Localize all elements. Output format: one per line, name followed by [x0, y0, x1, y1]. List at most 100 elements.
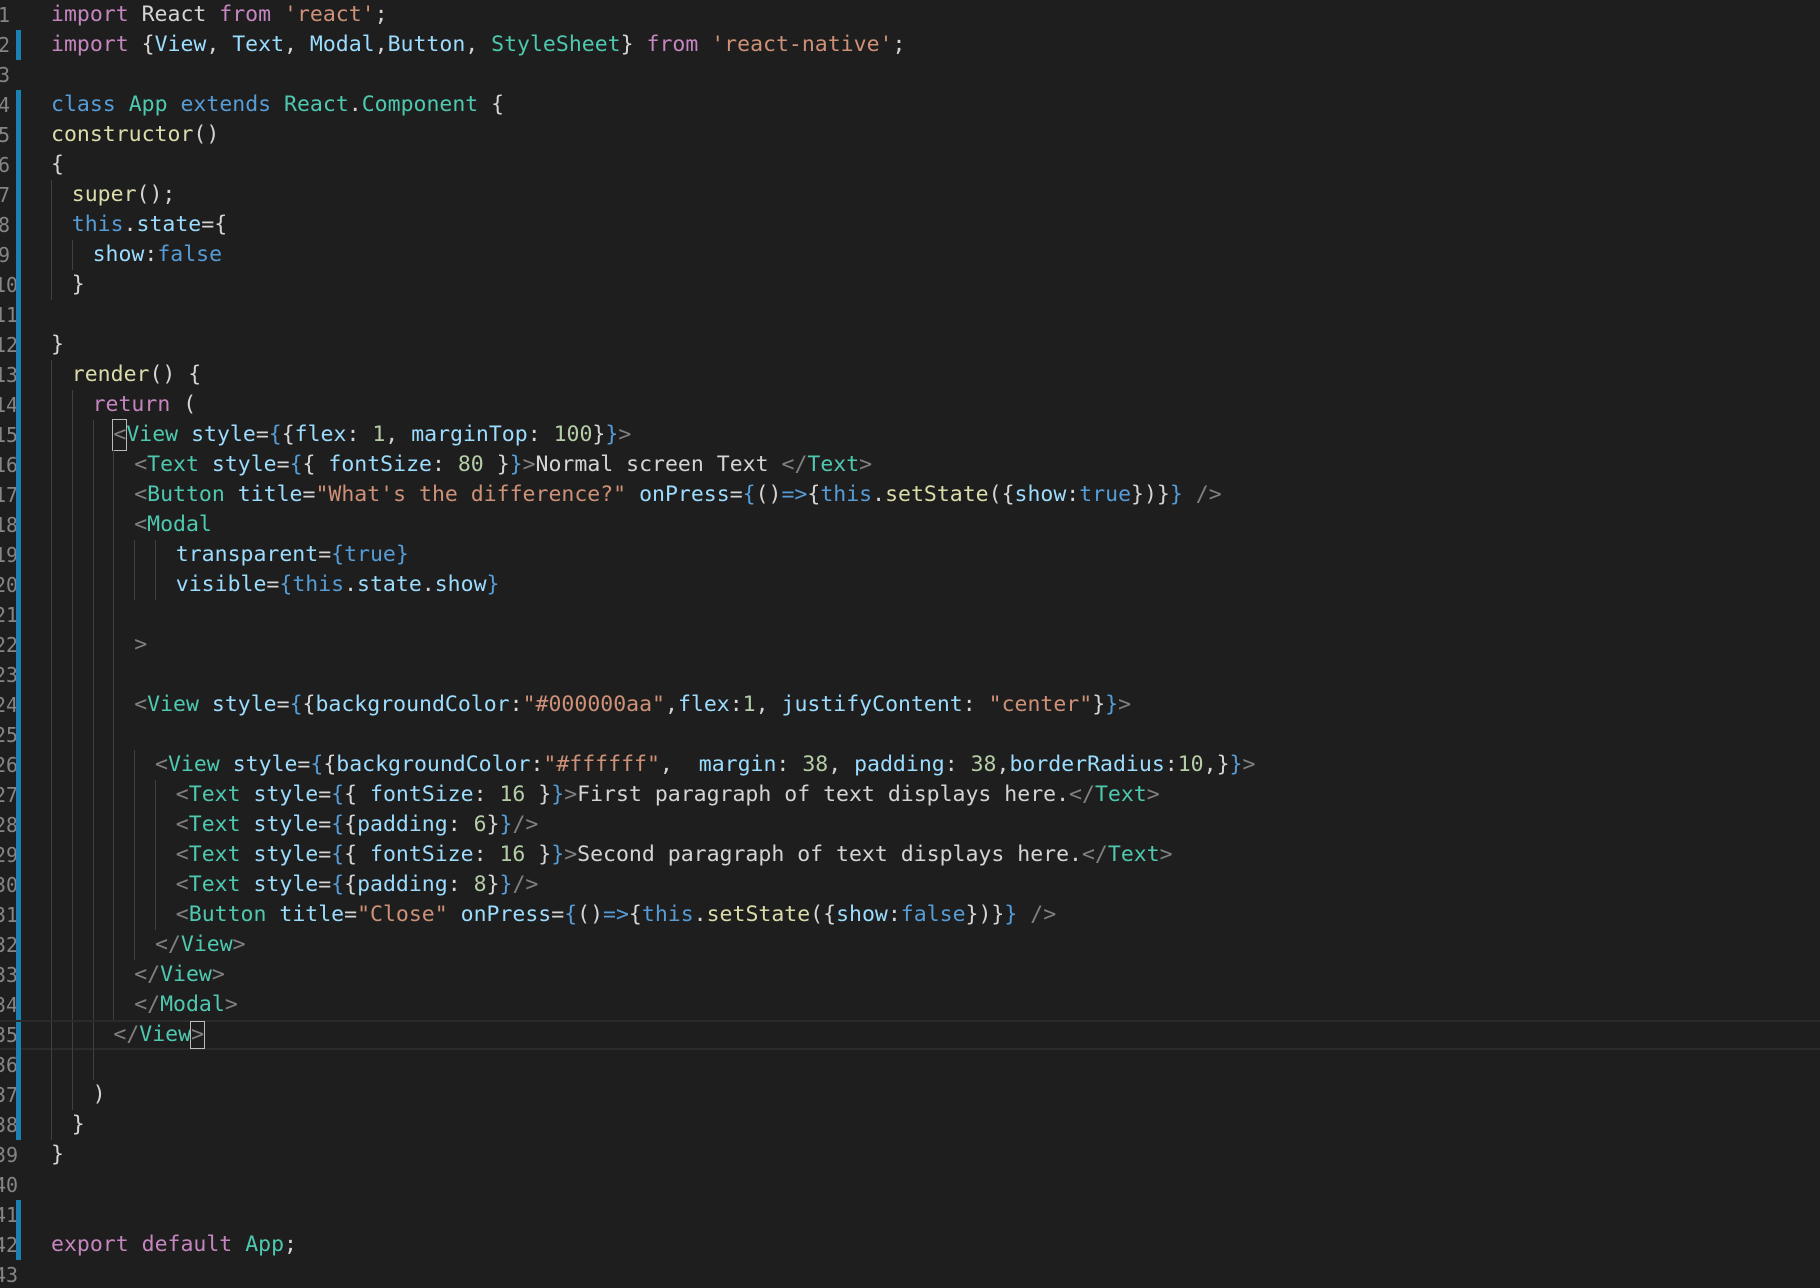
code-line[interactable]: 26 <View style={{backgroundColor:"#ffffff… — [0, 750, 1820, 780]
git-modified-indicator[interactable] — [16, 840, 21, 870]
code-line[interactable]: 11 — [0, 300, 1820, 330]
indent-guide — [113, 600, 115, 630]
code-line[interactable]: 25 — [0, 720, 1820, 750]
code-line[interactable]: 3 — [0, 60, 1820, 90]
git-modified-indicator[interactable] — [16, 930, 21, 960]
code-token: { — [323, 752, 337, 777]
line-number: 9 — [0, 243, 10, 267]
code-line[interactable]: 34 </Modal> — [0, 990, 1820, 1020]
git-modified-indicator[interactable] — [16, 450, 21, 480]
indent-guide — [71, 1080, 73, 1110]
code-line[interactable]: 8 this.state={ — [0, 210, 1820, 240]
code-line[interactable]: 10} — [0, 270, 1820, 300]
git-modified-indicator[interactable] — [16, 360, 21, 390]
git-modified-indicator[interactable] — [16, 960, 21, 990]
indent-guide — [51, 870, 52, 900]
git-modified-indicator[interactable] — [16, 420, 21, 450]
git-modified-indicator[interactable] — [16, 330, 21, 360]
git-modified-indicator[interactable] — [16, 1110, 21, 1140]
code-token: { — [51, 152, 64, 177]
code-line[interactable]: 37) — [0, 1080, 1820, 1110]
code-token: , — [385, 422, 412, 447]
code-line[interactable]: 31 <Button title="Close" onPress={()=>{th… — [0, 900, 1820, 930]
git-modified-indicator[interactable] — [16, 810, 21, 840]
code-line[interactable]: 33 </View> — [0, 960, 1820, 990]
git-modified-indicator[interactable] — [16, 540, 21, 570]
code-line[interactable]: 27 <Text style={{ fontSize: 16 }}>First p… — [0, 780, 1820, 810]
code-line[interactable]: 23 — [0, 660, 1820, 690]
git-modified-indicator[interactable] — [16, 240, 21, 270]
code-line[interactable]: 32 </View> — [0, 930, 1820, 960]
code-line[interactable]: 30 <Text style={{padding: 8}}/> — [0, 870, 1820, 900]
code-token: } — [1004, 902, 1018, 927]
git-modified-indicator[interactable] — [16, 630, 21, 660]
code-editor[interactable]: 1 import React from 'react'; 2 import {View… — [0, 0, 1820, 1288]
git-modified-indicator[interactable] — [16, 90, 21, 120]
git-modified-indicator[interactable] — [16, 150, 21, 180]
git-modified-indicator[interactable] — [16, 480, 21, 510]
git-modified-indicator[interactable] — [16, 510, 21, 540]
code-line[interactable]: 39} — [0, 1140, 1820, 1170]
code-line[interactable]: 35 </View> — [0, 1020, 1820, 1052]
code-line[interactable]: 1 import React from 'react'; — [0, 0, 1820, 30]
code-token: : — [473, 782, 500, 807]
code-line[interactable]: 38} — [0, 1110, 1820, 1140]
code-line[interactable]: 6{ — [0, 150, 1820, 180]
code-text: import React from 'react'; — [51, 0, 388, 30]
code-line[interactable]: 2 import {View, Text, Modal,Button, Style… — [0, 30, 1820, 60]
git-modified-indicator[interactable] — [16, 990, 21, 1020]
indent-guide — [51, 390, 52, 420]
git-modified-indicator[interactable] — [16, 690, 21, 720]
git-modified-indicator[interactable] — [16, 1080, 21, 1110]
code-line[interactable]: 16 <Text style={{ fontSize: 80 }}>Normal … — [0, 450, 1820, 480]
git-modified-indicator[interactable] — [16, 1022, 21, 1052]
line-number: 43 — [0, 1263, 19, 1287]
code-line[interactable]: 42 export default App; — [0, 1230, 1820, 1260]
code-line[interactable]: 43 — [0, 1260, 1820, 1288]
code-line[interactable]: 22 > — [0, 630, 1820, 660]
code-line[interactable]: 28 <Text style={{padding: 6}}/> — [0, 810, 1820, 840]
code-line[interactable]: 13 render() { — [0, 360, 1820, 390]
git-modified-indicator[interactable] — [16, 30, 21, 60]
line-number: 35 — [0, 1023, 19, 1047]
git-modified-indicator[interactable] — [16, 570, 21, 600]
code-token: First paragraph of text displays here. — [577, 782, 1070, 807]
code-line[interactable]: 14 return ( — [0, 390, 1820, 420]
code-line[interactable]: 18 <Modal — [0, 510, 1820, 540]
code-line[interactable]: 7 super(); — [0, 180, 1820, 210]
git-modified-indicator[interactable] — [16, 780, 21, 810]
code-line[interactable]: 9 show:false — [0, 240, 1820, 270]
git-modified-indicator[interactable] — [16, 300, 21, 330]
git-modified-indicator[interactable] — [16, 720, 21, 750]
code-line[interactable]: 12} — [0, 330, 1820, 360]
git-modified-indicator[interactable] — [16, 750, 21, 780]
git-modified-indicator[interactable] — [16, 660, 21, 690]
code-line[interactable]: 29 <Text style={{ fontSize: 16 }}>Second … — [0, 840, 1820, 870]
code-line[interactable]: 5 constructor() — [0, 120, 1820, 150]
code-line[interactable]: 17 <Button title="What's the difference?"… — [0, 480, 1820, 510]
code-line[interactable]: 24 <View style={{backgroundColor:"#000000… — [0, 690, 1820, 720]
code-token: Second paragraph of text displays here. — [577, 842, 1082, 867]
git-modified-indicator[interactable] — [16, 120, 21, 150]
git-modified-indicator[interactable] — [16, 210, 21, 240]
code-line[interactable]: 40 — [0, 1170, 1820, 1200]
git-modified-indicator[interactable] — [16, 270, 21, 300]
git-modified-indicator[interactable] — [16, 600, 21, 630]
git-modified-indicator[interactable] — [16, 1230, 21, 1260]
code-line[interactable]: 36 — [0, 1050, 1820, 1080]
git-modified-indicator[interactable] — [16, 1200, 21, 1230]
git-modified-indicator[interactable] — [16, 180, 21, 210]
git-modified-indicator[interactable] — [16, 1050, 21, 1080]
git-modified-indicator[interactable] — [16, 900, 21, 930]
code-line[interactable]: 15 <View style={{flex: 1, marginTop: 100}… — [0, 419, 1820, 451]
git-modified-indicator[interactable] — [16, 390, 21, 420]
code-line[interactable]: 4 class App extends React.Component { — [0, 90, 1820, 120]
line-number: 41 — [0, 1203, 19, 1227]
indent-guide — [51, 360, 52, 390]
code-token: { — [279, 572, 293, 597]
code-line[interactable]: 41 — [0, 1200, 1820, 1230]
code-line[interactable]: 20 visible={this.state.show} — [0, 570, 1820, 600]
code-line[interactable]: 21 — [0, 600, 1820, 630]
git-modified-indicator[interactable] — [16, 870, 21, 900]
code-line[interactable]: 19 transparent={true} — [0, 540, 1820, 570]
